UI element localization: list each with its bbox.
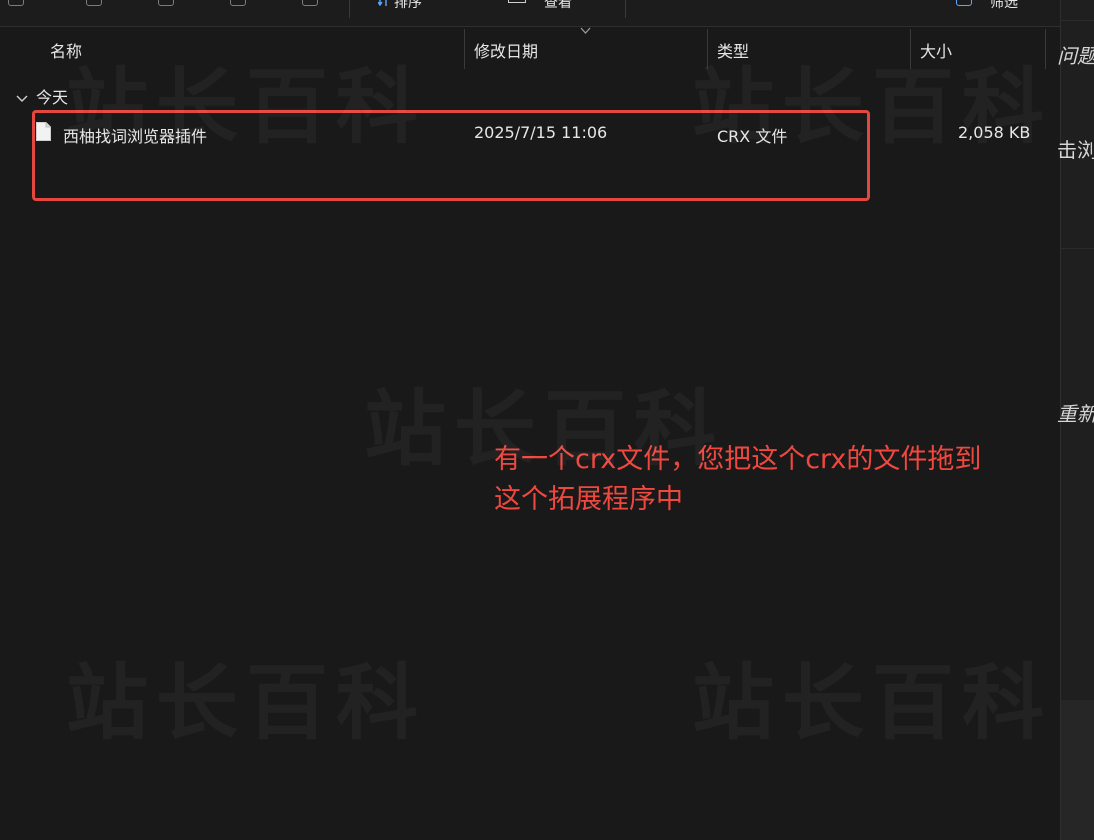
share-icon[interactable]	[302, 0, 318, 6]
column-type[interactable]: 类型	[717, 38, 749, 62]
file-size: 2,058 KB	[958, 123, 1031, 142]
highlight-box	[32, 110, 870, 201]
partial-text: 击浏	[1057, 138, 1094, 162]
filter-icon[interactable]	[956, 0, 972, 6]
sort-button[interactable]: 排序	[394, 0, 422, 12]
column-name[interactable]: 名称	[50, 38, 82, 62]
divider	[1061, 248, 1094, 249]
column-divider[interactable]	[910, 29, 911, 69]
chevron-down-icon[interactable]	[16, 94, 28, 104]
watermark: 站长百科	[66, 636, 426, 755]
toolbar-divider	[349, 0, 350, 18]
view-button[interactable]: 查看	[544, 0, 572, 12]
view-icon[interactable]	[508, 0, 526, 3]
column-size[interactable]: 大小	[920, 38, 952, 62]
rename-icon[interactable]	[230, 0, 246, 6]
annotation-line-2: 这个拓展程序中	[494, 484, 683, 515]
divider	[1061, 20, 1094, 21]
adjacent-window-strip: 问题 击浏 重新	[1057, 0, 1094, 840]
group-label: 今天	[36, 88, 69, 107]
cut-icon[interactable]	[8, 0, 24, 6]
column-date-modified[interactable]: 修改日期	[474, 38, 538, 62]
copy-icon[interactable]	[86, 0, 102, 6]
column-header-row: 名称 修改日期 类型 大小	[0, 27, 1060, 69]
paste-icon[interactable]	[158, 0, 174, 6]
partial-text: 重新	[1057, 402, 1094, 426]
partial-text: 问题	[1057, 44, 1094, 68]
column-divider[interactable]	[464, 29, 465, 69]
chevron-down-icon	[580, 27, 591, 34]
annotation-text: 有一个crx文件，您把这个crx的文件拖到 这个拓展程序中	[494, 440, 1074, 520]
annotation-line-1: 有一个crx文件，您把这个crx的文件拖到	[494, 444, 982, 475]
toolbar-divider	[625, 0, 626, 18]
command-bar: 排序 查看 筛选	[0, 0, 1060, 27]
sort-icon[interactable]	[378, 0, 388, 6]
column-divider[interactable]	[707, 29, 708, 69]
partial-panel	[1061, 700, 1094, 840]
column-divider[interactable]	[1045, 29, 1046, 69]
watermark: 站长百科	[692, 636, 1052, 755]
group-header-today[interactable]: 今天	[16, 84, 69, 107]
filter-button[interactable]: 筛选	[990, 0, 1018, 12]
